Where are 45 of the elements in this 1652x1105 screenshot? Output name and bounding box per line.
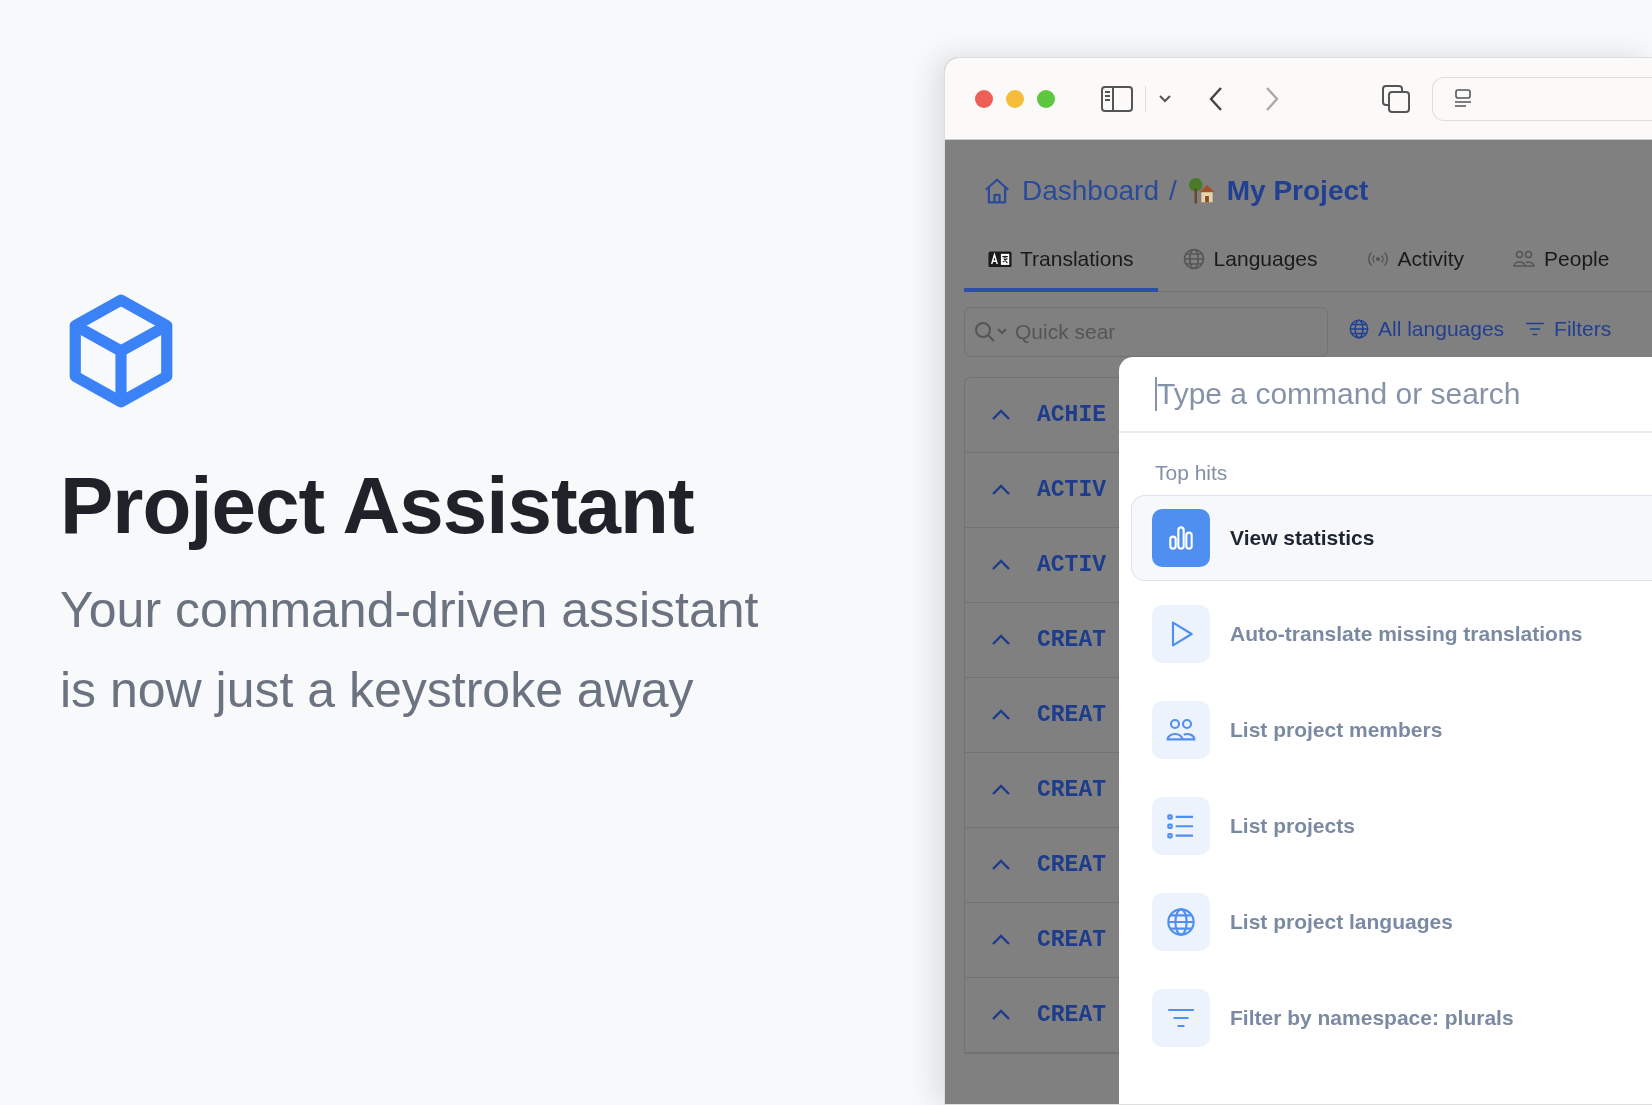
hero-title: Project Assistant bbox=[60, 462, 695, 550]
close-button[interactable] bbox=[975, 89, 993, 108]
chevron-up-icon bbox=[991, 409, 1011, 421]
translate-icon bbox=[988, 250, 1012, 268]
chevron-up-icon bbox=[991, 634, 1011, 646]
chevron-up-icon bbox=[991, 1009, 1011, 1021]
reader-icon bbox=[1453, 88, 1473, 109]
chevron-up-icon bbox=[991, 934, 1011, 946]
breadcrumb-link[interactable]: Dashboard bbox=[982, 175, 1159, 207]
hero-subtitle: Your command-driven assistant is now just a keystroke away bbox=[60, 581, 760, 720]
tree-house-icon bbox=[1186, 176, 1217, 206]
chevron-up-icon bbox=[991, 559, 1011, 571]
section-heading: Top hits bbox=[1155, 461, 1229, 485]
globe-icon bbox=[1348, 318, 1370, 340]
globe-icon bbox=[1165, 906, 1197, 938]
command-item[interactable]: View statistics bbox=[1131, 495, 1652, 581]
toolbar-button[interactable]: Filters bbox=[1524, 317, 1612, 341]
breadcrumb-link[interactable]: My Project bbox=[1186, 175, 1369, 207]
search-icon bbox=[973, 320, 1009, 344]
chevron-down-icon[interactable] bbox=[1158, 93, 1172, 104]
nav-tab[interactable]: Languages bbox=[1157, 229, 1342, 292]
command-item[interactable]: List project languages bbox=[1131, 879, 1652, 965]
nav-tab[interactable]: Activity bbox=[1341, 229, 1489, 292]
chevron-up-icon bbox=[991, 709, 1011, 721]
globe-icon bbox=[1181, 247, 1206, 271]
command-item[interactable]: Auto-translate missing translations bbox=[1131, 591, 1652, 677]
back-icon[interactable] bbox=[1208, 85, 1224, 112]
chevron-up-icon bbox=[991, 859, 1011, 871]
toolbar-button[interactable]: All languages bbox=[1348, 317, 1505, 341]
address-field[interactable] bbox=[1432, 76, 1652, 121]
command-item[interactable]: Filter by namespace: plurals bbox=[1131, 975, 1652, 1061]
forward-icon[interactable] bbox=[1264, 85, 1280, 112]
sidebar-icon[interactable] bbox=[1101, 85, 1133, 112]
command-input[interactable]: Type a command or search bbox=[1119, 357, 1652, 433]
minimize-button[interactable] bbox=[1006, 89, 1024, 108]
tabs-overview-icon[interactable] bbox=[1382, 84, 1410, 113]
chevron-up-icon bbox=[991, 484, 1011, 496]
chevron-up-icon bbox=[991, 784, 1011, 796]
breadcrumb-separator: / bbox=[1169, 175, 1177, 207]
command-item[interactable]: List projects bbox=[1131, 783, 1652, 869]
command-item[interactable]: List project members bbox=[1131, 687, 1652, 773]
nav-tab[interactable]: People bbox=[1488, 229, 1634, 292]
zoom-button[interactable] bbox=[1037, 89, 1055, 108]
home-icon bbox=[982, 176, 1012, 206]
nav-tab[interactable]: Translations bbox=[964, 229, 1158, 292]
